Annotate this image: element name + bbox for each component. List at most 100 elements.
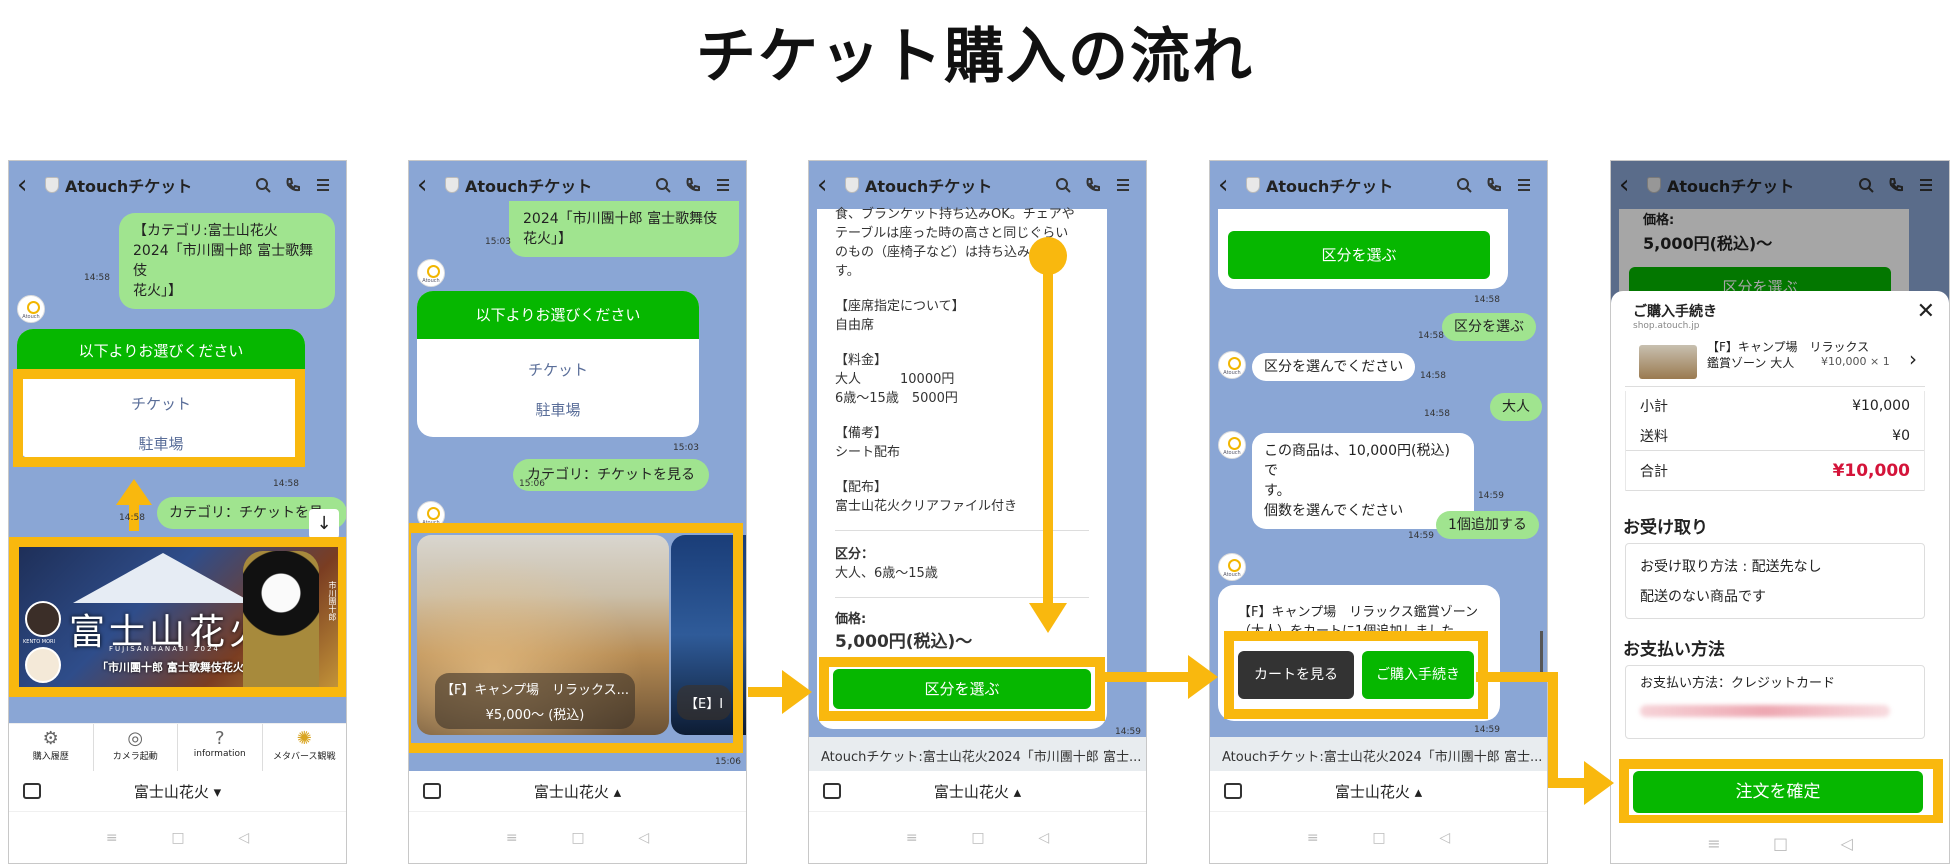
rich-menu-toggle[interactable]: 富士山花火 ▴	[534, 781, 621, 802]
bot-avatar: Atouch	[1218, 553, 1246, 581]
chat-footer: 富士山花火 ▾ ≡ □ ◁	[9, 771, 346, 863]
item-thumbnail	[1639, 345, 1697, 379]
menu-camera[interactable]: ◎ カメラ起動	[94, 724, 178, 777]
menu-icon[interactable]	[1509, 177, 1539, 193]
option-parking[interactable]: 駐車場	[417, 399, 699, 425]
timestamp: 15:03	[673, 443, 699, 453]
phone-icon[interactable]	[1479, 177, 1509, 193]
chat-footer: 富士山花火 ▴ ≡ □ ◁	[1210, 771, 1547, 863]
back-icon[interactable]: ‹	[817, 172, 839, 198]
select-card: 以下よりお選びください チケット 駐車場	[417, 291, 699, 437]
card-details-redacted	[1640, 705, 1890, 717]
product-detail-card: 食、ブランケット持ち込みOK。チェアや テーブルは座った時の高さと同じぐらい の…	[817, 207, 1107, 729]
menu-metaverse[interactable]: ✺ メタバース観戦	[263, 724, 347, 777]
recents-icon[interactable]: ≡	[1707, 834, 1720, 853]
keyboard-icon[interactable]	[23, 783, 41, 799]
back-nav-icon[interactable]: ◁	[238, 830, 249, 846]
timestamp: 15:06	[715, 757, 741, 767]
menu-information[interactable]: ? information	[178, 724, 263, 777]
menu-icon[interactable]	[308, 177, 338, 193]
camera-icon: ◎	[127, 728, 144, 749]
keyboard-icon[interactable]	[423, 783, 441, 799]
system-nav: ≡ □ ◁	[1611, 823, 1949, 863]
screen-5: ‹ Atouchチケット 価格: 5,000円(税込)〜 区分を選ぶ ご購入手続…	[1610, 160, 1950, 864]
scrollbar[interactable]	[1540, 631, 1543, 675]
recents-icon[interactable]: ≡	[906, 830, 918, 846]
search-icon[interactable]	[1048, 177, 1078, 193]
home-icon[interactable]: □	[1372, 830, 1385, 846]
phone-icon[interactable]	[678, 177, 708, 193]
chat-footer: 富士山花火 ▴ ≡ □ ◁	[409, 771, 746, 863]
rich-menu-toggle[interactable]: 富士山花火 ▴	[934, 781, 1021, 802]
arrow-4-to-5-shaft-a	[1476, 672, 1556, 682]
recents-icon[interactable]: ≡	[106, 830, 118, 846]
arrow-4-to-5-head	[1584, 761, 1614, 805]
arrow-down-shaft	[1043, 257, 1053, 607]
home-icon[interactable]: □	[171, 830, 184, 846]
payment-method: お支払い方法：クレジットカード	[1640, 676, 1836, 691]
select-kubun-button[interactable]: 区分を選ぶ	[1228, 231, 1490, 279]
search-icon[interactable]	[1449, 177, 1479, 193]
arrow-3-to-4-shaft	[1104, 672, 1192, 682]
arrow-3-to-4-head	[1188, 655, 1218, 699]
shield-icon	[1246, 177, 1260, 193]
timestamp: 14:58	[119, 513, 145, 523]
category-message: 【カテゴリ:富士山花火 2024「市川團十郎 富士歌舞伎 花火」】	[119, 213, 335, 309]
home-icon[interactable]: □	[971, 830, 984, 846]
question-icon: ?	[214, 728, 225, 749]
home-icon[interactable]: □	[1773, 834, 1788, 853]
option-ticket[interactable]: チケット	[417, 359, 699, 385]
chat-title: Atouchチケット	[865, 177, 993, 196]
menu-purchase-history[interactable]: ⚙ 購入履歴	[9, 724, 94, 777]
phone-icon[interactable]	[1078, 177, 1108, 193]
search-icon[interactable]	[648, 177, 678, 193]
item-price: ¥10,000 × 1	[1821, 355, 1890, 368]
menu-icon[interactable]	[708, 177, 738, 193]
total-row: 合計 ¥10,000	[1626, 451, 1924, 491]
chat-title: Atouchチケット	[465, 177, 593, 196]
chevron-right-icon: ›	[1909, 347, 1917, 371]
bot-message: 区分を選んでください	[1252, 353, 1416, 381]
back-icon[interactable]: ‹	[17, 172, 39, 198]
price-value: 5,000円(税込)〜	[835, 632, 973, 652]
keyboard-icon[interactable]	[823, 783, 841, 799]
receive-method: お受け取り方法 : 配送先なし	[1640, 559, 1822, 575]
timestamp: 14:58	[1418, 331, 1444, 341]
rich-menu-toggle[interactable]: 富士山花火 ▾	[134, 781, 221, 802]
message-preview[interactable]: Atouchチケット:富士山花火2024「市川團十郎 富士...	[1210, 737, 1547, 773]
menu-icon[interactable]	[1108, 177, 1138, 193]
cart-item[interactable]: 【F】キャンプ場 リラックス 鑑賞ゾーン 大人 ¥10,000 × 1 ›	[1625, 335, 1925, 387]
keyboard-icon[interactable]	[1224, 783, 1242, 799]
phone-icon[interactable]	[278, 177, 308, 193]
receive-box[interactable]: お受け取り方法 : 配送先なし 配送のない商品です	[1625, 543, 1925, 619]
search-icon[interactable]	[248, 177, 278, 193]
close-icon[interactable]: ✕	[1917, 299, 1935, 324]
screen-3: ‹ Atouchチケット 食、ブランケット持ち込みOK。チェアや テーブルは座っ…	[808, 160, 1147, 864]
recents-icon[interactable]: ≡	[506, 830, 518, 846]
system-nav: ≡ □ ◁	[9, 811, 346, 863]
recents-icon[interactable]: ≡	[1307, 830, 1319, 846]
reply-select-kubun: 区分を選ぶ	[1442, 313, 1536, 341]
checkout-sheet: ご購入手続き shop.atouch.jp ✕ 【F】キャンプ場 リラックス 鑑…	[1611, 291, 1949, 863]
back-icon[interactable]: ‹	[417, 172, 439, 198]
chat-footer: 富士山花火 ▴ ≡ □ ◁	[809, 771, 1146, 863]
timestamp: 14:58	[1474, 295, 1500, 305]
scroll-down-button[interactable]: ↓	[309, 509, 339, 539]
back-icon[interactable]: ‹	[1218, 172, 1240, 198]
back-nav-icon[interactable]: ◁	[1840, 834, 1852, 853]
subtotal-row: 小計 ¥10,000	[1640, 398, 1910, 415]
shield-icon	[845, 177, 859, 193]
back-nav-icon[interactable]: ◁	[1038, 830, 1049, 846]
shield-icon	[445, 177, 459, 193]
message-preview[interactable]: Atouchチケット:富士山花火2024「市川團十郎 富士...	[809, 737, 1146, 773]
sheet-url: shop.atouch.jp	[1633, 321, 1700, 331]
reply-add-one: 1個追加する	[1436, 511, 1539, 539]
rich-menu-toggle[interactable]: 富士山花火 ▴	[1335, 781, 1422, 802]
back-nav-icon[interactable]: ◁	[638, 830, 649, 846]
receive-note: 配送のない商品です	[1640, 589, 1766, 605]
home-icon[interactable]: □	[571, 830, 584, 846]
payment-box[interactable]: お支払い方法：クレジットカード	[1625, 665, 1925, 739]
arrow-4-to-5-shaft-b	[1548, 672, 1558, 788]
back-nav-icon[interactable]: ◁	[1439, 830, 1450, 846]
screen-4: ‹ Atouchチケット 区分を選ぶ 14:58 区分を選ぶ 14:58 Ato…	[1209, 160, 1548, 864]
